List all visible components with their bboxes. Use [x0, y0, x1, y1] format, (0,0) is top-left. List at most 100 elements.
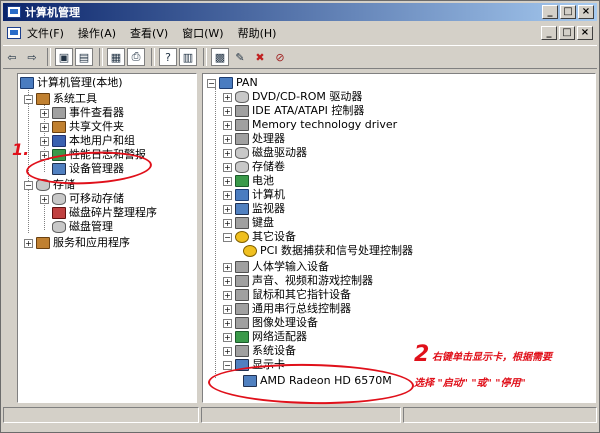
- device-memory-technology[interactable]: + Memory technology driver: [223, 118, 397, 132]
- child-restore-button[interactable]: □: [559, 26, 575, 40]
- device-dvd-cdrom[interactable]: + DVD/CD-ROM 驱动器: [223, 90, 362, 104]
- forward-arrow-icon[interactable]: ⇨: [23, 48, 41, 66]
- expand-icon[interactable]: +: [223, 120, 232, 130]
- memory-icon: [235, 119, 249, 131]
- disk-management-icon: [52, 221, 66, 233]
- expand-icon[interactable]: +: [223, 106, 232, 116]
- tree-local-users-groups[interactable]: + 本地用户和组: [40, 134, 135, 148]
- sound-icon: [235, 275, 249, 287]
- device-mice-pointing[interactable]: + 鼠标和其它指针设备: [223, 288, 351, 302]
- disable-device-icon[interactable]: ⊘: [271, 48, 289, 66]
- back-arrow-icon[interactable]: ⇦: [3, 48, 21, 66]
- expand-icon[interactable]: +: [223, 218, 232, 228]
- close-button[interactable]: ×: [578, 5, 594, 19]
- hid-icon: [235, 261, 249, 273]
- collapse-icon[interactable]: −: [24, 94, 33, 104]
- device-system-devices[interactable]: + 系统设备: [223, 344, 296, 358]
- processor-icon: [235, 133, 249, 145]
- toolbar: ⇦ ⇨ ▣ ▤ ▦ ⎙ ? ▥ ▩ ✎ ✖ ⊘: [3, 45, 597, 69]
- expand-icon[interactable]: +: [223, 204, 232, 214]
- cdrom-icon: [235, 91, 249, 103]
- annotation-text-line2: 选择 "启动" "或" "停用": [414, 378, 526, 389]
- expand-icon[interactable]: +: [223, 162, 232, 172]
- device-other-devices[interactable]: − 其它设备: [223, 230, 296, 244]
- expand-icon[interactable]: +: [223, 276, 232, 286]
- expand-icon[interactable]: +: [40, 194, 49, 204]
- show-tree-icon[interactable]: ▤: [75, 48, 93, 66]
- expand-icon[interactable]: +: [223, 134, 232, 144]
- tree-disk-defragmenter[interactable]: 磁盘碎片整理程序: [40, 206, 157, 220]
- minimize-button[interactable]: _: [542, 5, 558, 19]
- unknown-device-icon: [243, 245, 257, 257]
- collapse-icon[interactable]: −: [223, 360, 232, 370]
- computer-icon: [235, 189, 249, 201]
- help-icon[interactable]: ?: [159, 48, 177, 66]
- child-minimize-button[interactable]: _: [541, 26, 557, 40]
- title-bar[interactable]: 计算机管理 _ □ ×: [3, 3, 597, 21]
- tree-removable-storage[interactable]: + 可移动存储: [40, 192, 124, 206]
- expand-icon[interactable]: +: [223, 318, 232, 328]
- menu-view[interactable]: 查看(V): [130, 25, 168, 41]
- device-keyboard[interactable]: + 键盘: [223, 216, 274, 230]
- child-close-button[interactable]: ×: [577, 26, 593, 40]
- device-processor[interactable]: + 处理器: [223, 132, 285, 146]
- expand-icon[interactable]: +: [223, 290, 232, 300]
- device-usb-controllers[interactable]: + 通用串行总线控制器: [223, 302, 351, 316]
- device-battery[interactable]: + 电池: [223, 174, 274, 188]
- menu-window[interactable]: 窗口(W): [182, 25, 223, 41]
- uninstall-icon[interactable]: ✖: [251, 48, 269, 66]
- tree-computer-management-local[interactable]: 计算机管理(本地): [20, 76, 123, 90]
- console-tree-pane[interactable]: 计算机管理(本地) − 系统工具 + 事件查看器 + 共享文件夹 + 本地用户和…: [17, 73, 197, 403]
- device-hid[interactable]: + 人体学输入设备: [223, 260, 329, 274]
- properties-icon[interactable]: ▦: [107, 48, 125, 66]
- expand-icon[interactable]: +: [223, 262, 232, 272]
- menu-help[interactable]: 帮助(H): [238, 25, 277, 41]
- computer-management-icon: [7, 6, 21, 18]
- collapse-icon[interactable]: −: [24, 180, 33, 190]
- collapse-icon[interactable]: −: [207, 78, 216, 88]
- device-imaging[interactable]: + 图像处理设备: [223, 316, 318, 330]
- expand-icon[interactable]: +: [223, 148, 232, 158]
- expand-icon[interactable]: +: [40, 122, 49, 132]
- update-driver-icon[interactable]: ✎: [231, 48, 249, 66]
- maximize-button[interactable]: □: [560, 5, 576, 19]
- tree-shared-folders[interactable]: + 共享文件夹: [40, 120, 124, 134]
- ide-controller-icon: [235, 105, 249, 117]
- tree-services-applications[interactable]: + 服务和应用程序: [24, 236, 130, 250]
- expand-icon[interactable]: +: [223, 190, 232, 200]
- expand-icon[interactable]: +: [223, 346, 232, 356]
- device-sound-video-game[interactable]: + 声音、视频和游戏控制器: [223, 274, 373, 288]
- device-storage-volumes[interactable]: + 存储卷: [223, 160, 285, 174]
- console-view-icon[interactable]: ▥: [179, 48, 197, 66]
- menu-bar: 文件(F) 操作(A) 查看(V) 窗口(W) 帮助(H) _ □ ×: [3, 23, 597, 43]
- up-folder-icon[interactable]: ▣: [55, 48, 73, 66]
- device-network-adapters[interactable]: + 网络适配器: [223, 330, 307, 344]
- collapse-icon[interactable]: −: [223, 232, 232, 242]
- device-ide-controller[interactable]: + IDE ATA/ATAPI 控制器: [223, 104, 364, 118]
- usb-icon: [235, 303, 249, 315]
- removable-storage-icon: [52, 193, 66, 205]
- tree-system-tools[interactable]: − 系统工具: [24, 92, 97, 106]
- mouse-icon: [235, 289, 249, 301]
- menu-action[interactable]: 操作(A): [78, 25, 116, 41]
- expand-icon[interactable]: +: [223, 176, 232, 186]
- device-computer[interactable]: + 计算机: [223, 188, 285, 202]
- defragmenter-icon: [52, 207, 66, 219]
- expand-icon[interactable]: +: [223, 304, 232, 314]
- expand-icon[interactable]: +: [223, 92, 232, 102]
- expand-icon[interactable]: +: [24, 238, 33, 248]
- print-icon[interactable]: ⎙: [127, 48, 145, 66]
- device-disk-drives[interactable]: + 磁盘驱动器: [223, 146, 307, 160]
- device-monitor[interactable]: + 监视器: [223, 202, 285, 216]
- tree-event-viewer[interactable]: + 事件查看器: [40, 106, 124, 120]
- scan-hardware-icon[interactable]: ▩: [211, 48, 229, 66]
- menu-file[interactable]: 文件(F): [27, 25, 64, 41]
- device-root-pan[interactable]: − PAN: [207, 76, 258, 90]
- expand-icon[interactable]: +: [40, 136, 49, 146]
- expand-icon[interactable]: +: [223, 332, 232, 342]
- annotation-step-2: 2: [414, 342, 430, 367]
- mmc-document-icon[interactable]: [7, 27, 21, 39]
- device-pci-data-controller[interactable]: PCI 数据捕获和信号处理控制器: [243, 244, 413, 258]
- tree-disk-management[interactable]: 磁盘管理: [40, 220, 113, 234]
- expand-icon[interactable]: +: [40, 108, 49, 118]
